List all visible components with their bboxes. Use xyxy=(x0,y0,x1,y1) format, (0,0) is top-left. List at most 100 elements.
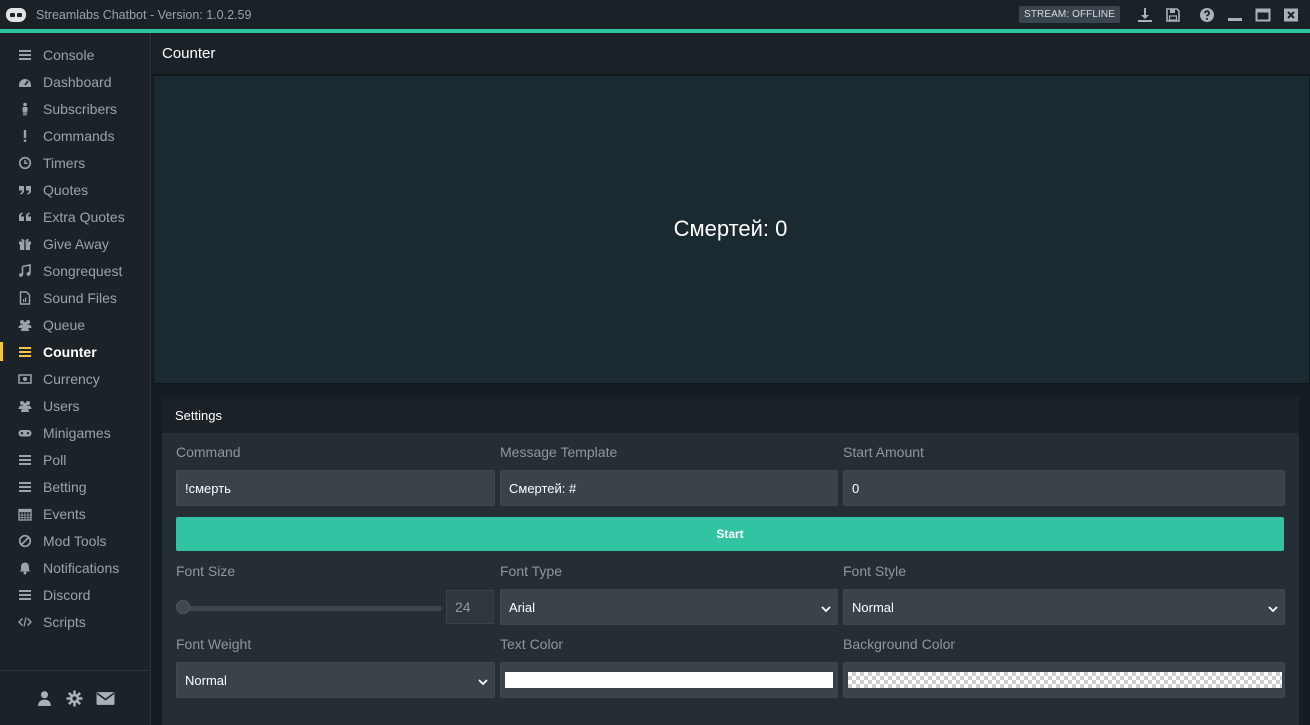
menu-icon xyxy=(18,48,32,62)
font-style-select[interactable]: Normal xyxy=(843,589,1285,625)
start-amount-input[interactable]: 0 xyxy=(843,470,1285,506)
sidebar-item-counter[interactable]: Counter xyxy=(0,338,150,365)
sidebar-item-songrequest[interactable]: Songrequest xyxy=(0,257,150,284)
sidebar-item-label: Counter xyxy=(43,343,97,360)
menu-icon xyxy=(18,453,32,467)
page-title: Counter xyxy=(162,45,216,62)
menu-icon xyxy=(18,480,32,494)
chevron-down-icon xyxy=(821,602,831,613)
font-size-slider-track[interactable] xyxy=(182,606,442,611)
sidebar-item-label: Timers xyxy=(43,154,86,171)
users-icon xyxy=(18,399,32,413)
clock-icon xyxy=(18,156,32,170)
font-weight-select[interactable]: Normal xyxy=(176,662,495,698)
maximize-icon[interactable] xyxy=(1254,6,1272,24)
menu-icon xyxy=(18,588,32,602)
sidebar-item-dashboard[interactable]: Dashboard xyxy=(0,68,150,95)
sidebar-item-sound-files[interactable]: Sound Files xyxy=(0,284,150,311)
message-template-value: Смертей: # xyxy=(509,480,577,496)
users-icon xyxy=(18,318,32,332)
sidebar-item-label: Sound Files xyxy=(43,289,117,306)
start-button[interactable]: Start xyxy=(176,517,1284,551)
minimize-icon[interactable] xyxy=(1226,6,1244,24)
background-color-label: Background Color xyxy=(843,636,956,652)
sidebar-item-discord[interactable]: Discord xyxy=(0,581,150,608)
sidebar-item-label: Dashboard xyxy=(43,73,112,90)
command-label: Command xyxy=(176,444,241,460)
sidebar-item-label: Console xyxy=(43,46,95,63)
sidebar-item-label: Currency xyxy=(43,370,100,387)
sidebar-item-label: Extra Quotes xyxy=(43,208,125,225)
start-amount-label: Start Amount xyxy=(843,444,924,460)
background-color-swatch xyxy=(848,672,1282,688)
message-template-input[interactable]: Смертей: # xyxy=(500,470,838,506)
sidebar: Console Dashboard Subscribers Commands T… xyxy=(0,33,151,725)
message-template-label: Message Template xyxy=(500,444,618,460)
person-icon xyxy=(18,102,32,116)
sidebar-item-label: Betting xyxy=(43,478,87,495)
sidebar-item-give-away[interactable]: Give Away xyxy=(0,230,150,257)
window-title: Streamlabs Chatbot - Version: 1.0.2.59 xyxy=(36,7,252,22)
background-color-picker[interactable] xyxy=(843,662,1285,698)
user-icon[interactable] xyxy=(35,689,53,707)
sound-file-icon xyxy=(18,290,32,305)
sidebar-item-subscribers[interactable]: Subscribers xyxy=(0,95,150,122)
counter-preview-text: Смертей: 0 xyxy=(673,216,788,241)
stream-status-badge: STREAM: OFFLINE xyxy=(1019,6,1120,23)
envelope-icon[interactable] xyxy=(95,689,115,707)
quote-open-icon xyxy=(18,210,32,224)
sidebar-item-console[interactable]: Console xyxy=(0,41,150,68)
font-type-label: Font Type xyxy=(500,563,563,579)
sidebar-item-users[interactable]: Users xyxy=(0,392,150,419)
save-icon[interactable] xyxy=(1164,6,1182,24)
font-type-value: Arial xyxy=(509,599,536,615)
quote-icon xyxy=(18,183,32,197)
money-icon xyxy=(18,372,32,386)
sidebar-item-events[interactable]: Events xyxy=(0,500,150,527)
sidebar-item-queue[interactable]: Queue xyxy=(0,311,150,338)
font-size-value[interactable]: 24 xyxy=(446,590,494,624)
sidebar-item-mod-tools[interactable]: Mod Tools xyxy=(0,527,150,554)
calendar-icon xyxy=(18,507,32,521)
help-icon[interactable] xyxy=(1198,6,1216,24)
sidebar-item-poll[interactable]: Poll xyxy=(0,446,150,473)
sidebar-item-quotes[interactable]: Quotes xyxy=(0,176,150,203)
sidebar-item-extra-quotes[interactable]: Extra Quotes xyxy=(0,203,150,230)
text-color-picker[interactable] xyxy=(500,662,838,698)
music-icon xyxy=(18,263,32,278)
sidebar-item-label: Mod Tools xyxy=(43,532,107,549)
sidebar-item-notifications[interactable]: Notifications xyxy=(0,554,150,581)
settings-title: Settings xyxy=(175,408,222,423)
sidebar-nav: Console Dashboard Subscribers Commands T… xyxy=(0,41,150,635)
counter-preview: Смертей: 0 xyxy=(153,75,1310,384)
sidebar-item-label: Subscribers xyxy=(43,100,117,117)
gamepad-icon xyxy=(18,426,32,440)
start-amount-value: 0 xyxy=(852,480,860,496)
font-weight-label: Font Weight xyxy=(176,636,252,652)
sidebar-item-label: Minigames xyxy=(43,424,111,441)
title-bar: Streamlabs Chatbot - Version: 1.0.2.59 S… xyxy=(0,0,1310,29)
chevron-down-icon xyxy=(1268,602,1278,613)
chevron-down-icon xyxy=(478,675,488,686)
menu-icon xyxy=(18,345,32,359)
sidebar-item-label: Users xyxy=(43,397,80,414)
sidebar-item-minigames[interactable]: Minigames xyxy=(0,419,150,446)
font-style-label: Font Style xyxy=(843,563,907,579)
command-input-value: !смерть xyxy=(185,480,231,496)
sidebar-item-betting[interactable]: Betting xyxy=(0,473,150,500)
sidebar-item-timers[interactable]: Timers xyxy=(0,149,150,176)
download-icon[interactable] xyxy=(1136,6,1154,24)
sidebar-item-scripts[interactable]: Scripts xyxy=(0,608,150,635)
font-type-select[interactable]: Arial xyxy=(500,589,838,625)
exclamation-icon xyxy=(18,129,32,143)
font-weight-value: Normal xyxy=(185,672,227,688)
gift-icon xyxy=(18,237,32,251)
sidebar-item-currency[interactable]: Currency xyxy=(0,365,150,392)
sidebar-item-commands[interactable]: Commands xyxy=(0,122,150,149)
close-icon[interactable] xyxy=(1282,6,1300,24)
command-input[interactable]: !смерть xyxy=(176,470,495,506)
bell-icon xyxy=(18,561,32,575)
font-size-slider-thumb[interactable] xyxy=(176,600,190,614)
dashboard-icon xyxy=(18,75,32,89)
gear-icon[interactable] xyxy=(65,689,83,707)
